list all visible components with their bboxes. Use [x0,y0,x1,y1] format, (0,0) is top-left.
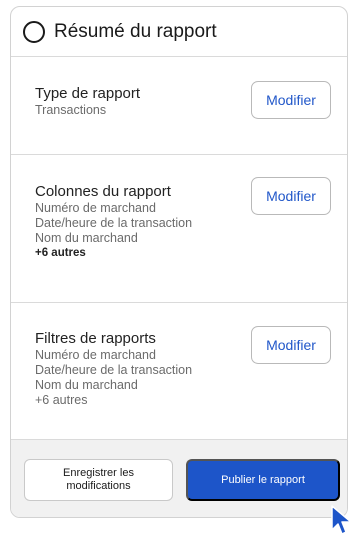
section-value: Date/heure de la transaction [35,216,193,230]
more-count: +6 autres [35,393,88,407]
section-report-type: Type de rapport Transactions Modifier [11,57,347,155]
panel-footer: Enregistrer les modifications Publier le… [11,439,347,517]
panel-header: Résumé du rapport [11,7,347,57]
modify-filters-button[interactable]: Modifier [251,326,331,364]
section-value: Nom du marchand [35,231,138,245]
circle-icon [23,20,45,43]
modify-report-type-button[interactable]: Modifier [251,81,331,119]
save-changes-button[interactable]: Enregistrer les modifications [24,459,173,501]
save-button-label: Enregistrer les modifications [63,467,134,492]
report-summary-panel: Résumé du rapport Type de rapport Transa… [10,6,348,518]
modify-columns-button[interactable]: Modifier [251,177,331,215]
more-count: +6 autres [35,247,86,259]
page-title: Résumé du rapport [54,20,217,42]
section-value: Nom du marchand [35,378,138,392]
section-value: Date/heure de la transaction [35,363,193,377]
section-report-filters: Filtres de rapports Numéro de marchand D… [11,303,347,447]
section-report-columns: Colonnes du rapport Numéro de marchand D… [11,155,347,303]
mouse-pointer-icon [331,505,352,535]
publish-report-button[interactable]: Publier le rapport [186,459,340,501]
